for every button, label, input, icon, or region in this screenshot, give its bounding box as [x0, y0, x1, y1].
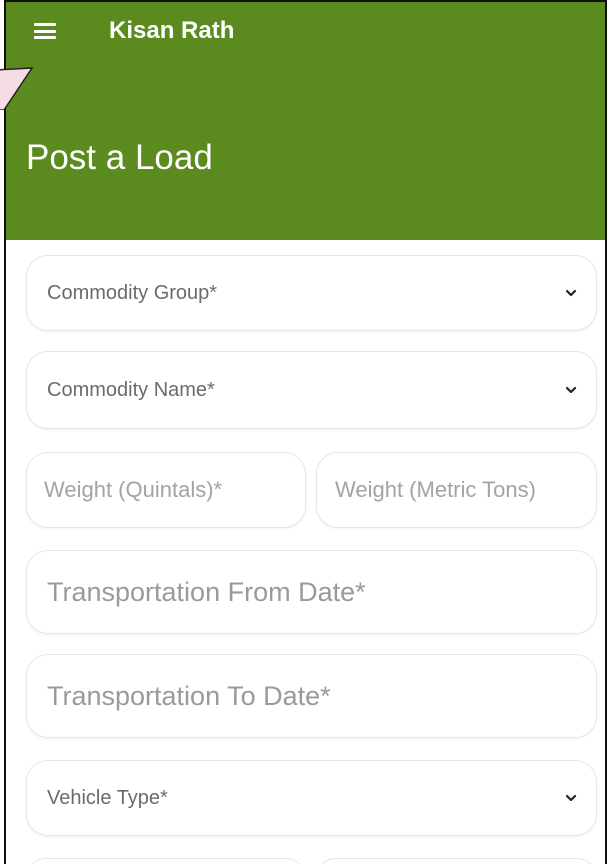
chevron-down-icon	[565, 289, 577, 297]
vehicle-type-select[interactable]: Vehicle Type*	[26, 760, 597, 836]
commodity-name-label: Commodity Name*	[47, 378, 215, 401]
weight-metric-tons-placeholder: Weight (Metric Tons)	[335, 477, 536, 502]
to-date-placeholder: Transportation To Date*	[47, 680, 331, 711]
commodity-name-select[interactable]: Commodity Name*	[26, 351, 597, 429]
page-header: Post a Load	[6, 72, 605, 240]
hamburger-menu-icon[interactable]	[34, 23, 56, 39]
weight-quintals-placeholder: Weight (Quintals)*	[44, 477, 223, 502]
app-bar: Kisan Rath	[6, 2, 605, 72]
app-frame: Kisan Rath Post a Load Commodity Group* …	[4, 0, 607, 864]
transportation-from-date-input[interactable]: Transportation From Date*	[26, 550, 597, 634]
page-title: Post a Load	[26, 138, 213, 177]
annotation-callout-arrow	[0, 67, 34, 110]
vehicle-type-label: Vehicle Type*	[47, 786, 168, 809]
chevron-down-icon	[565, 386, 577, 394]
app-title: Kisan Rath	[109, 17, 235, 44]
transportation-to-date-input[interactable]: Transportation To Date*	[26, 654, 597, 738]
next-field-partial-right[interactable]	[316, 858, 597, 864]
weight-metric-tons-input[interactable]: Weight (Metric Tons)	[316, 452, 597, 528]
from-date-placeholder: Transportation From Date*	[47, 576, 366, 607]
commodity-group-select[interactable]: Commodity Group*	[26, 255, 597, 331]
chevron-down-icon	[565, 794, 577, 802]
commodity-group-label: Commodity Group*	[47, 281, 218, 304]
weight-quintals-input[interactable]: Weight (Quintals)*	[26, 452, 306, 528]
next-field-partial[interactable]	[26, 858, 306, 864]
